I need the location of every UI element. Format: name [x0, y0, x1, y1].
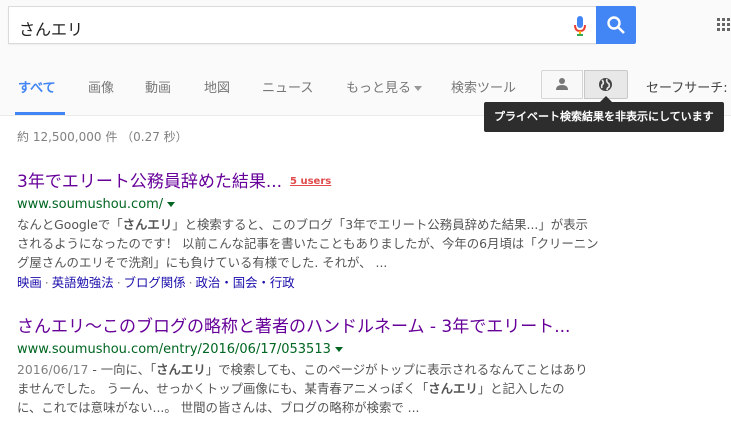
globe-icon — [599, 78, 612, 91]
tab-news[interactable]: ニュース — [262, 77, 313, 96]
private-results-tooltip: プライベート検索結果を非表示にしています — [484, 96, 724, 132]
tab-search-tools[interactable]: 検索ツール — [451, 77, 516, 96]
url-dropdown-icon[interactable] — [334, 347, 343, 352]
url-dropdown-icon[interactable] — [167, 202, 176, 207]
active-tab-indicator — [15, 112, 65, 115]
microphone-icon[interactable] — [574, 16, 586, 40]
search-input[interactable]: さんエリ — [8, 6, 596, 44]
chevron-down-icon — [414, 86, 423, 91]
result-snippet: 2016/06/17 - 一向に、「さんエリ」で検索しても、このページがトップに… — [17, 362, 588, 415]
search-icon — [607, 16, 625, 34]
sitelink[interactable]: ブログ関係 — [124, 275, 186, 290]
bookmark-users-badge[interactable]: 5 users — [290, 176, 331, 187]
sitelink[interactable]: 政治・国会・行政 — [196, 275, 295, 290]
result-snippet: なんとGoogleで「さんエリ」と検索すると、このブログ「3年でエリート公務員辞… — [17, 217, 599, 270]
private-results-show-button[interactable] — [541, 70, 583, 99]
tab-maps[interactable]: 地図 — [204, 77, 230, 96]
search-button[interactable] — [596, 6, 636, 44]
apps-grid-icon[interactable] — [717, 17, 731, 36]
search-result: 3年でエリート公務員辞めた結果... 5 users www.soumushou.… — [17, 171, 617, 292]
result-stats: 約 12,500,000 件 （0.27 秒） — [17, 130, 188, 144]
tab-images[interactable]: 画像 — [88, 77, 114, 96]
person-icon — [556, 78, 568, 90]
sitelink[interactable]: 映画 — [17, 275, 42, 290]
top-bar: さんエリ — [0, 0, 731, 58]
tab-more[interactable]: もっと見る — [346, 77, 423, 96]
result-url: www.soumushou.com/entry/2016/06/17/05351… — [17, 342, 331, 357]
tab-more-label: もっと見る — [346, 81, 412, 96]
tab-all[interactable]: すべて — [18, 77, 56, 96]
result-title-link[interactable]: さんエリ～このブログの略称と著者のハンドルネーム - 3年でエリート... — [17, 317, 570, 337]
result-date: 2016/06/17 — [17, 362, 89, 377]
result-url: www.soumushou.com/ — [17, 197, 164, 212]
private-results-hide-button[interactable] — [584, 70, 628, 99]
tab-safesearch[interactable]: セーフサーチ: — [646, 77, 728, 96]
result-sitelinks: 映画 · 英語勉強法 · ブログ関係 · 政治・国会・行政 — [17, 275, 295, 290]
result-title-link[interactable]: 3年でエリート公務員辞めた結果... — [17, 172, 282, 192]
search-result: さんエリ～このブログの略称と著者のハンドルネーム - 3年でエリート... ww… — [17, 316, 617, 417]
sitelink[interactable]: 英語勉強法 — [52, 275, 114, 290]
tab-videos[interactable]: 動画 — [145, 77, 171, 96]
search-query[interactable]: さんエリ — [19, 16, 83, 40]
